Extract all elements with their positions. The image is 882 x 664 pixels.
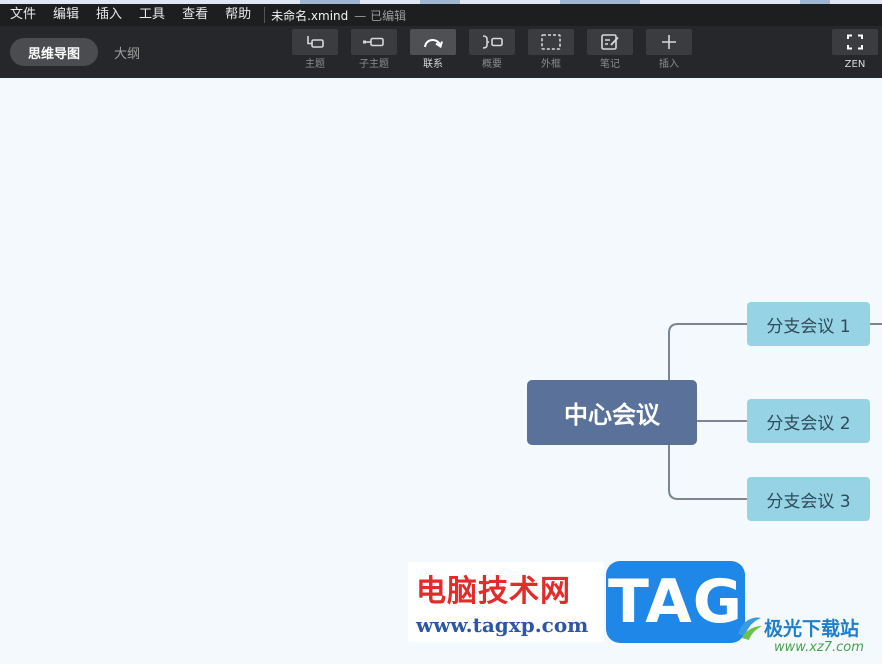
watermark-xz-name: 极光下载站 <box>764 618 860 640</box>
central-topic[interactable]: 中心会议 <box>527 380 697 445</box>
branch-topic-2[interactable]: 分支会议 2 <box>747 399 870 443</box>
branch-topic-1[interactable]: 分支会议 1 <box>747 302 870 346</box>
watermark-site-url: www.tagxp.com <box>416 613 589 637</box>
branch-topic-3[interactable]: 分支会议 3 <box>747 477 870 521</box>
watermark-xz-url: www.xz7.com <box>774 640 864 655</box>
aurora-logo-icon <box>738 617 762 640</box>
watermark-site-name: 电脑技术网 <box>416 574 571 609</box>
watermark-tag-logo: TAG <box>606 561 745 643</box>
